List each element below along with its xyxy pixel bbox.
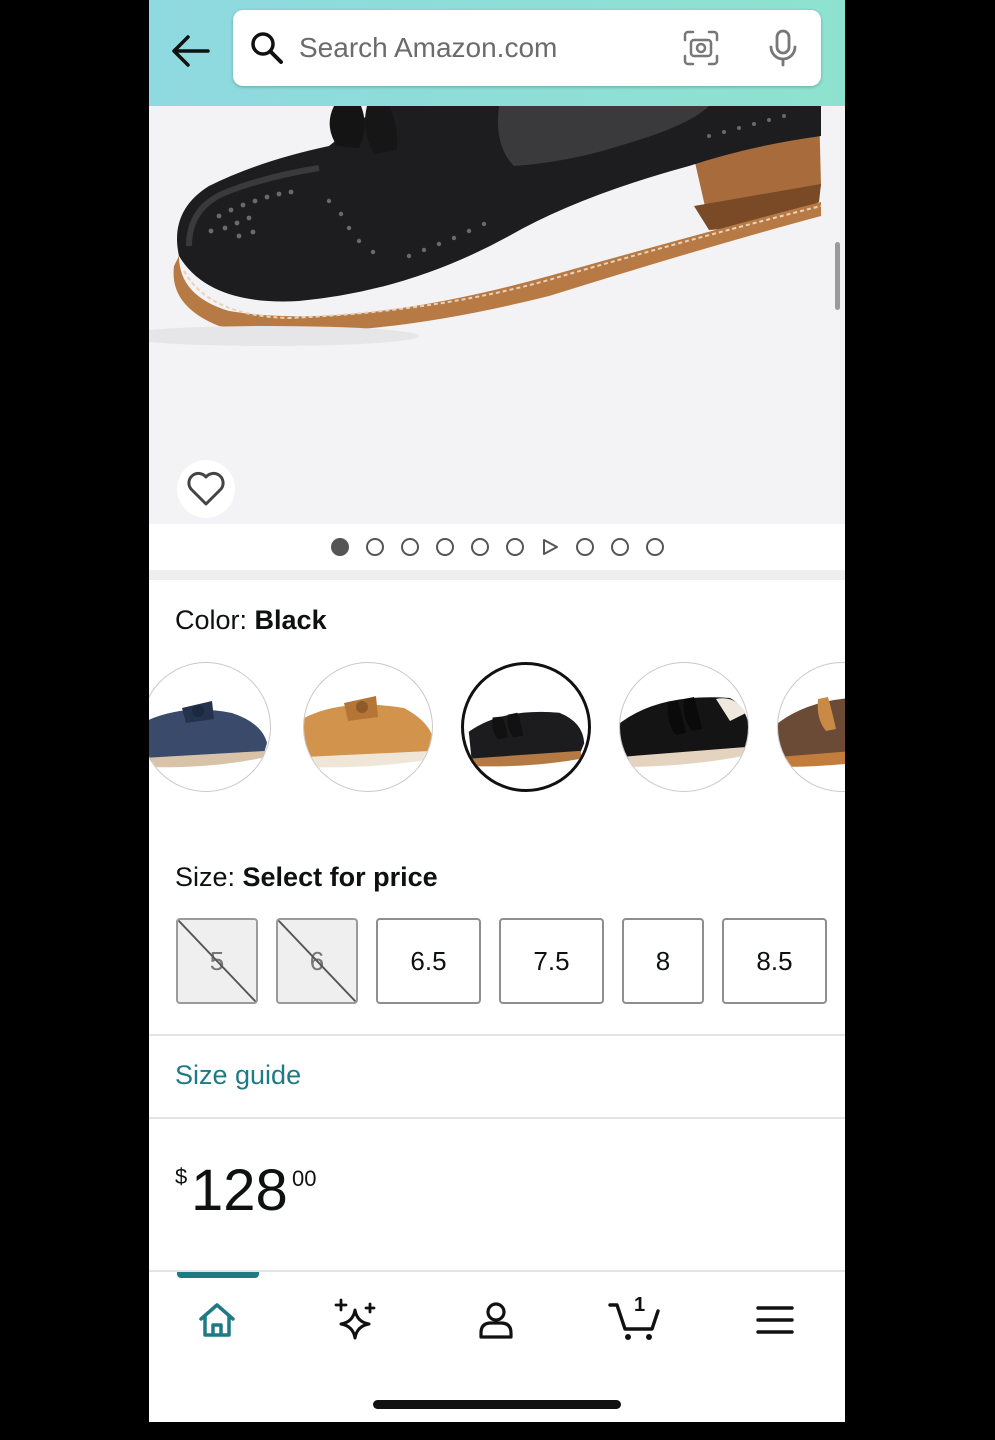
sparkle-icon: [334, 1298, 376, 1340]
price-whole: 128: [191, 1158, 288, 1223]
back-button[interactable]: [167, 28, 213, 74]
pagination-dot[interactable]: [330, 538, 349, 556]
divider: [149, 1034, 845, 1036]
search-icon: [251, 32, 283, 64]
size-selection-prompt: Select for price: [242, 862, 438, 892]
color-swatch-brown[interactable]: [777, 662, 845, 792]
size-option-6[interactable]: 6: [276, 918, 358, 1004]
size-option-8[interactable]: 8: [622, 918, 704, 1004]
video-play-icon[interactable]: [541, 538, 559, 556]
wishlist-button[interactable]: [177, 460, 235, 518]
home-icon: [199, 1303, 235, 1337]
color-swatch-black-tassel[interactable]: [619, 662, 749, 792]
size-option-6-5[interactable]: 6.5: [376, 918, 481, 1004]
microphone-icon[interactable]: [763, 28, 803, 68]
price-fraction: 00: [292, 1166, 317, 1191]
search-bar[interactable]: [233, 10, 821, 86]
pagination-dot[interactable]: [400, 538, 419, 556]
pagination-dot[interactable]: [505, 538, 524, 556]
pagination-dot[interactable]: [575, 538, 594, 556]
size-option-8-5[interactable]: 8.5: [722, 918, 827, 1004]
size-label: Size: Select for price: [175, 862, 438, 892]
price-currency: $: [175, 1164, 188, 1189]
home-indicator-bar: [373, 1400, 621, 1409]
nav-account[interactable]: [466, 1292, 526, 1348]
hamburger-menu-icon: [756, 1306, 794, 1334]
pagination-dot[interactable]: [365, 538, 384, 556]
black-shoe-thumbnail: [468, 711, 585, 767]
shoe-image: [149, 106, 822, 346]
camera-scan-icon[interactable]: [681, 28, 721, 68]
heart-icon: [187, 471, 225, 506]
size-option-label: 8: [655, 945, 671, 976]
size-guide-link[interactable]: Size guide: [175, 1060, 301, 1091]
unavailable-strike: [278, 920, 356, 1002]
divider: [149, 1117, 845, 1119]
size-option-7-5[interactable]: 7.5: [499, 918, 604, 1004]
bottom-navigation: 1: [149, 1270, 845, 1422]
selected-color: Black: [254, 605, 327, 635]
size-option-label: 7.5: [533, 945, 570, 976]
pagination-dot[interactable]: [645, 538, 664, 556]
nav-cart[interactable]: 1: [605, 1292, 665, 1348]
active-tab-indicator: [177, 1272, 259, 1278]
image-pagination: [149, 524, 845, 570]
user-icon: [479, 1302, 513, 1339]
brown-shoe-thumbnail: [778, 697, 845, 767]
pagination-dot[interactable]: [470, 538, 489, 556]
nav-menu[interactable]: [745, 1292, 805, 1348]
scroll-indicator: [835, 242, 840, 310]
black-tassel-shoe-thumbnail: [620, 697, 748, 767]
size-option-label: 8.5: [756, 945, 793, 976]
unavailable-strike: [178, 920, 256, 1002]
nav-ai-assistant[interactable]: [326, 1292, 386, 1348]
nav-home[interactable]: [187, 1292, 247, 1348]
size-option-5[interactable]: 5: [176, 918, 258, 1004]
pagination-dot[interactable]: [610, 538, 629, 556]
color-swatch-tan[interactable]: [303, 662, 433, 792]
section-separator: [149, 570, 845, 580]
navy-shoe-thumbnail: [149, 701, 267, 768]
app-screen: Color: Black: [149, 0, 845, 1422]
color-swatch-black[interactable]: [461, 662, 591, 792]
product-image[interactable]: [149, 106, 845, 524]
cart-count-badge: 1: [634, 1294, 646, 1316]
color-label: Color: Black: [175, 605, 327, 635]
back-arrow-icon: [172, 35, 210, 67]
search-input[interactable]: [299, 24, 659, 72]
color-swatch-navy[interactable]: [149, 662, 271, 792]
size-option-label: 6.5: [410, 945, 447, 976]
header-bar: [149, 0, 845, 106]
tan-shoe-thumbnail: [304, 696, 432, 768]
pagination-dot[interactable]: [435, 538, 454, 556]
